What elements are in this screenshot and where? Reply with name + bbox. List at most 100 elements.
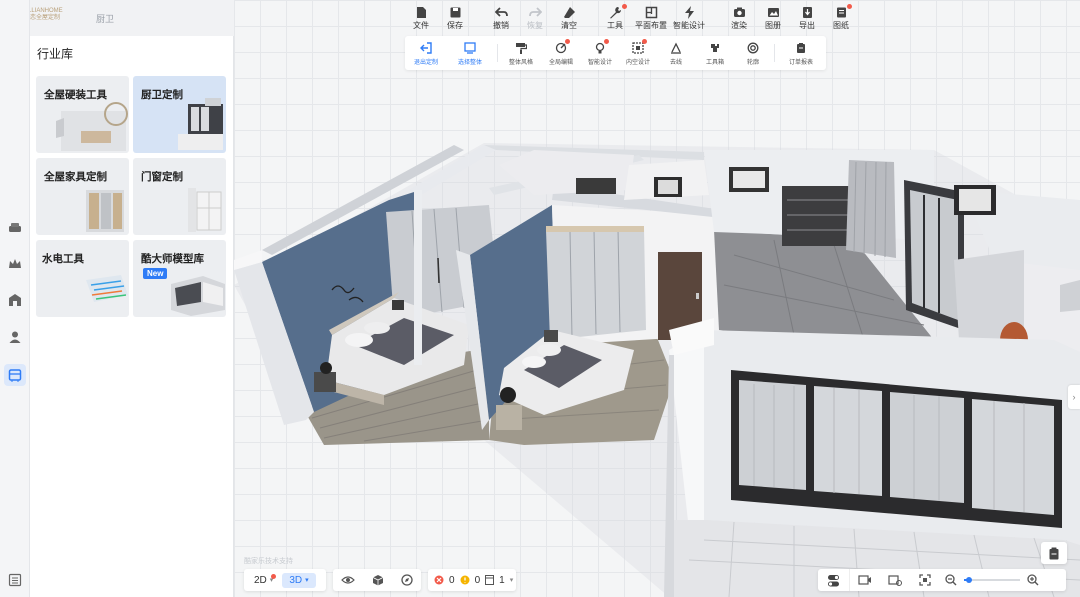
status-counters[interactable]: 0 0 1 ▾: [428, 569, 516, 591]
camera-icon: [733, 7, 745, 17]
sub-overall-style-button[interactable]: 整体风格: [504, 36, 538, 70]
notification-dot: [565, 39, 570, 44]
zoom-in-button[interactable]: [1022, 574, 1044, 586]
industry-library-panel: 行业库 全屋硬装工具 厨卫定制 全屋家具定制 门窗定制 水电工具 酷大师模型库 …: [30, 36, 234, 597]
toolbar-label: 撤销: [493, 21, 509, 30]
divider: [497, 44, 498, 62]
toolbar-label: 智能设计: [673, 21, 705, 30]
sub-inner-space-button[interactable]: 内空设计: [621, 36, 655, 70]
export-icon: [802, 7, 812, 18]
zoom-out-icon: [945, 574, 957, 586]
select-all-icon: [464, 42, 476, 54]
toolbar-label: 导出: [799, 21, 815, 30]
left-rail: [0, 0, 30, 597]
rail-user-button[interactable]: [4, 326, 26, 348]
toolbar-render-button[interactable]: 渲染: [722, 3, 756, 33]
rail-sofa-button[interactable]: [4, 217, 26, 239]
chevron-down-icon: ▾: [509, 577, 514, 584]
library-card-hard-decoration[interactable]: 全屋硬装工具: [36, 76, 129, 153]
page-icon: [485, 575, 495, 585]
eye-icon[interactable]: [341, 575, 356, 585]
toolbar-clear-button[interactable]: 清空: [552, 3, 586, 33]
zoom-slider[interactable]: [962, 569, 1022, 591]
toolbar-export-button[interactable]: 导出: [790, 3, 824, 33]
sub-order-report-button[interactable]: 订单报表: [784, 36, 818, 70]
camera-orbit-icon: [888, 575, 902, 586]
redo-icon: [528, 7, 542, 17]
inner-space-icon: [632, 42, 644, 54]
rail-menu-button[interactable]: [4, 569, 26, 591]
library-card-kujiale-models[interactable]: 酷大师模型库 New: [133, 240, 226, 317]
sub-line-remove-button[interactable]: 去线: [659, 36, 693, 70]
card-thumbnail: [188, 188, 222, 232]
crown-icon: [9, 259, 21, 268]
view-mode-switch: 2D ▾ 3D ▾: [244, 569, 326, 591]
library-card-doors-windows[interactable]: 门窗定制: [133, 158, 226, 235]
card-thumbnail: [86, 190, 124, 232]
zoom-out-button[interactable]: [940, 574, 962, 586]
sub-toolbar-label: 工具箱: [705, 60, 724, 66]
cube-icon[interactable]: [372, 574, 384, 586]
compass-icon[interactable]: [400, 574, 413, 586]
toolbar-tools-button[interactable]: 工具: [598, 3, 632, 33]
breadcrumb[interactable]: 厨卫: [96, 12, 114, 25]
page-count: 1: [499, 574, 505, 586]
layers-toggle-button[interactable]: [818, 569, 850, 591]
toolbar-undo-button[interactable]: 撤销: [484, 3, 518, 33]
3d-viewport[interactable]: ›: [234, 0, 1080, 597]
toolbar-drawing-button[interactable]: 图纸: [824, 3, 858, 33]
sub-smart-design-button[interactable]: 智能设计: [583, 36, 617, 70]
fit-view-button[interactable]: [910, 574, 940, 586]
error-count: 0: [449, 574, 455, 586]
sub-select-all-button[interactable]: 选择整体: [453, 36, 487, 70]
rail-library-button[interactable]: [4, 364, 26, 386]
file-icon: [416, 7, 426, 18]
toolbar-save-button[interactable]: 保存: [438, 3, 472, 33]
toolbar-label: 渲染: [731, 21, 747, 30]
rail-building-button[interactable]: [4, 289, 26, 311]
toolbar-label: 文件: [413, 21, 429, 30]
toolbar-floorplan-button[interactable]: 平面布置: [632, 3, 670, 33]
toolbar-redo-button[interactable]: 恢复: [518, 3, 552, 33]
sub-toolbox-button[interactable]: 工具箱: [698, 36, 732, 70]
library-card-furniture[interactable]: 全屋家具定制: [36, 158, 129, 235]
sub-toolbar-label: 退出定制: [413, 60, 438, 66]
floorplan-3d-render: [234, 143, 1080, 597]
library-card-kitchen-bath[interactable]: 厨卫定制: [133, 76, 226, 153]
sub-toolbar-label: 全局编辑: [548, 60, 573, 66]
camera-view-b-button[interactable]: [880, 574, 910, 586]
album-icon: [767, 8, 779, 17]
drawing-icon: [836, 7, 846, 18]
expand-right-handle[interactable]: ›: [1068, 385, 1080, 409]
report-icon: [797, 43, 805, 53]
toolbar-file-button[interactable]: 文件: [404, 3, 438, 33]
sub-toolbar-label: 智能设计: [587, 60, 612, 66]
sofa-icon: [9, 223, 21, 232]
paint-roller-icon: [516, 43, 527, 54]
floorplan-icon: [645, 6, 657, 19]
toolbar-album-button[interactable]: 图册: [756, 3, 790, 33]
library-icon: [8, 369, 22, 382]
sub-exit-custom-button[interactable]: 退出定制: [409, 36, 443, 70]
undo-icon: [494, 7, 508, 17]
sub-global-edit-button[interactable]: 全局编辑: [544, 36, 578, 70]
view-3d-toggle[interactable]: 3D ▾: [282, 572, 316, 588]
view-2d-label: 2D: [254, 574, 267, 586]
warning-count: 0: [474, 574, 481, 586]
sub-outline-button[interactable]: 轮廓: [736, 36, 770, 70]
card-thumbnail: [86, 275, 128, 302]
toolbar-smart-design-button[interactable]: 智能设计: [670, 3, 708, 33]
library-card-plumbing-electric[interactable]: 水电工具: [36, 240, 129, 317]
zoom-slider-handle[interactable]: [966, 577, 972, 583]
rail-crown-button[interactable]: [4, 253, 26, 275]
sub-toolbar-label: 整体风格: [508, 60, 533, 66]
notification-dot: [642, 39, 647, 44]
customization-toolbar: 退出定制 选择整体 整体风格 全局编辑 智能设计 内空设计 去线 工具箱 轮廓 …: [405, 36, 826, 70]
clipboard-button[interactable]: [1041, 542, 1067, 564]
camera-view-a-button[interactable]: [850, 574, 880, 586]
outline-icon: [747, 42, 759, 54]
building-icon: [9, 294, 21, 306]
toggle-switch-icon: [828, 574, 839, 586]
error-icon: [434, 575, 444, 585]
view-2d-toggle[interactable]: 2D ▾: [247, 573, 280, 588]
